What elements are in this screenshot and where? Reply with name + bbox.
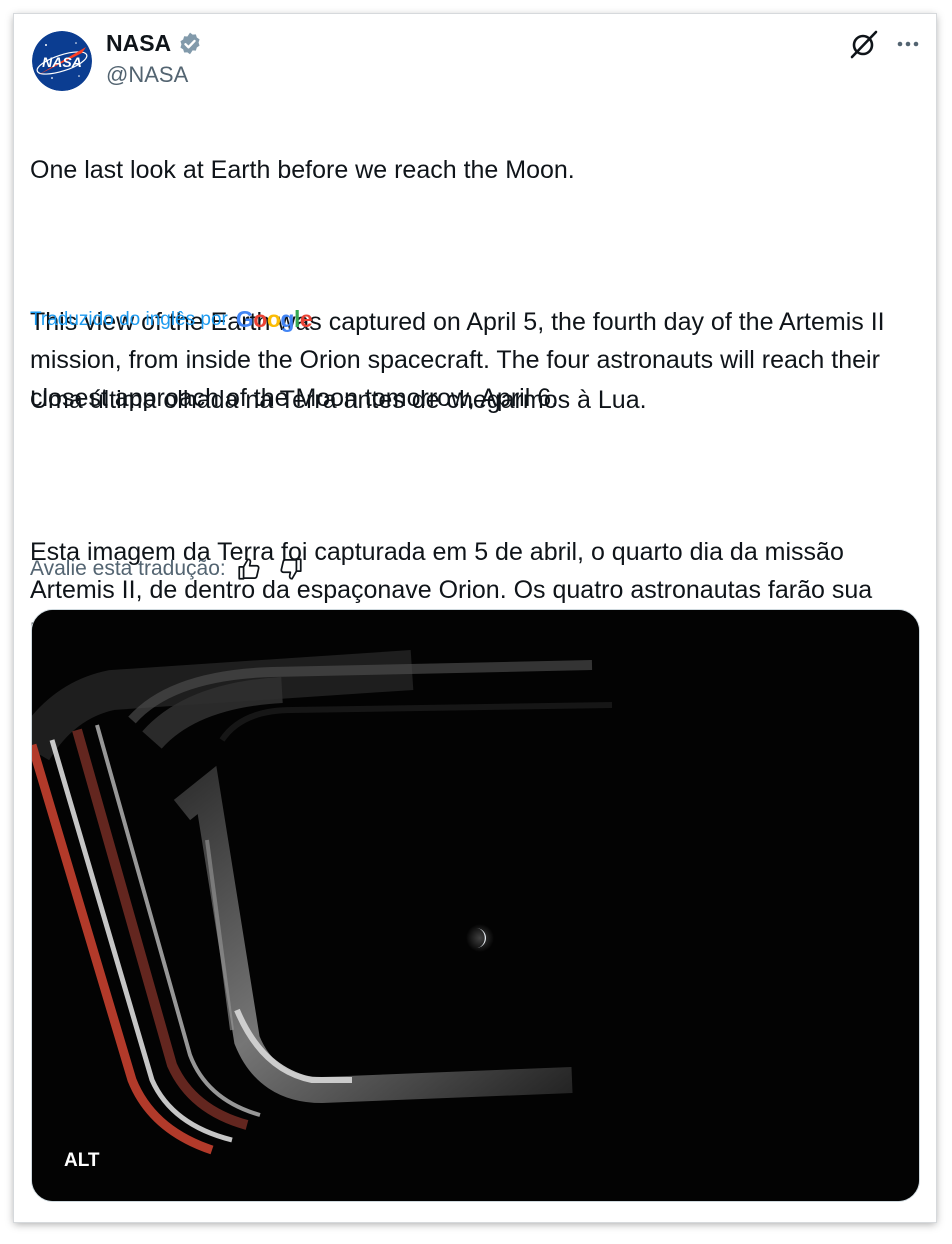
author-handle[interactable]: @NASA bbox=[106, 62, 188, 88]
verified-badge-icon bbox=[180, 32, 200, 54]
author-name[interactable]: NASA bbox=[106, 30, 203, 57]
tweet-photo[interactable]: ALT bbox=[31, 609, 920, 1202]
nasa-logo-icon: NASA bbox=[32, 31, 92, 91]
spacecraft-window-photo bbox=[32, 610, 919, 1201]
avatar[interactable]: NASA bbox=[32, 31, 92, 91]
thumbs-down-icon[interactable] bbox=[278, 556, 304, 582]
grok-icon[interactable] bbox=[848, 28, 880, 60]
original-paragraph-1: One last look at Earth before we reach t… bbox=[30, 156, 575, 184]
thumbs-up-icon[interactable] bbox=[236, 556, 262, 582]
translated-label: Traduzido do inglês por bbox=[30, 308, 228, 330]
tweet-card: NASA NASA @NASA One last look at Earth b… bbox=[14, 14, 936, 1222]
translated-paragraph-1: Uma última olhada na Terra antes de cheg… bbox=[30, 386, 647, 414]
translated-by: Traduzido do inglês por Google bbox=[30, 306, 313, 333]
svg-text:NASA: NASA bbox=[42, 54, 82, 70]
google-logo: Google bbox=[235, 306, 313, 332]
alt-badge[interactable]: ALT bbox=[64, 1150, 100, 1172]
rate-translation-label: Avalie esta tradução: bbox=[30, 557, 226, 580]
author-name-label[interactable]: NASA bbox=[106, 30, 171, 57]
rate-translation: Avalie esta tradução: bbox=[30, 556, 304, 582]
more-icon[interactable] bbox=[892, 28, 924, 60]
